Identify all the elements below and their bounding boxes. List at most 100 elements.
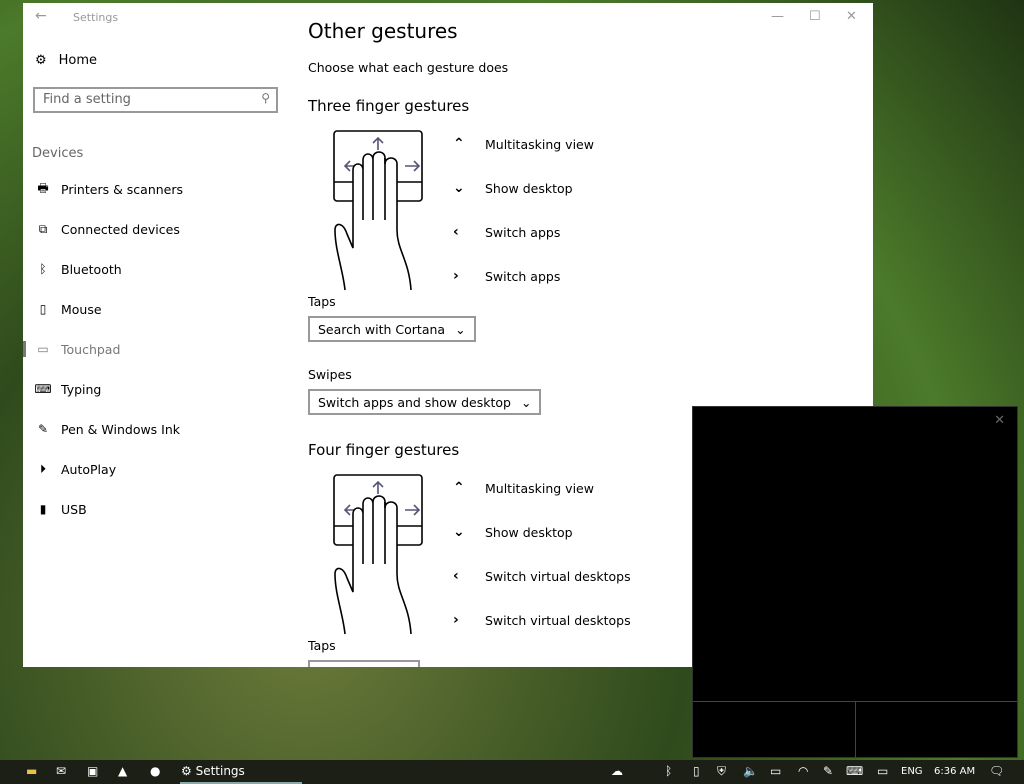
three-finger-heading: Three finger gestures (308, 97, 470, 115)
close-button[interactable]: ✕ (846, 9, 857, 24)
device-icon: ✎ (37, 422, 49, 436)
pen-icon[interactable]: ✎ (823, 764, 833, 778)
sidebar-item-typing[interactable]: ⌨ Typing (23, 369, 293, 409)
sidebar-item-autoplay[interactable]: ⏵ AutoPlay (23, 449, 293, 489)
sidebar-item-label: Pen & Windows Ink (61, 421, 181, 437)
chevron-down-icon: ⌄ (453, 180, 465, 196)
gesture-label: Show desktop (485, 524, 573, 540)
three-taps-label: Taps (308, 294, 336, 309)
sidebar-item-label: Bluetooth (61, 261, 122, 277)
sidebar-item-label: AutoPlay (61, 461, 117, 477)
three-swipes-label: Swipes (308, 367, 352, 382)
sidebar-item-touchpad[interactable]: ▭ Touchpad (23, 329, 293, 369)
gesture-label: Switch virtual desktops (485, 612, 631, 628)
device-icon: ▭ (37, 342, 49, 356)
chevron-right-icon: › (453, 268, 459, 284)
close-icon[interactable]: ✕ (994, 413, 1005, 428)
search-placeholder: Find a setting (43, 92, 131, 107)
store-icon[interactable]: ▣ (87, 764, 98, 778)
shield-icon[interactable]: ⛨ (717, 764, 726, 779)
gear-icon: ⚙ (35, 53, 47, 68)
wifi-icon[interactable]: ◠ (798, 764, 808, 778)
chevron-up-icon: ⌃ (453, 136, 465, 152)
file-explorer-icon[interactable]: ▬ (26, 764, 37, 778)
search-icon: ⚲ (261, 91, 270, 105)
gesture-label: Switch apps (485, 224, 561, 240)
gesture-row: ⌃ Multitasking view (453, 136, 594, 152)
home-label: Home (58, 53, 98, 68)
gesture-illustration (333, 474, 425, 640)
touchpad-icon[interactable]: ▭ (877, 764, 888, 778)
onedrive-icon[interactable]: ☁ (611, 764, 623, 778)
sidebar-item-label: Connected devices (61, 221, 180, 237)
sidebar-item-label: Touchpad (61, 341, 121, 357)
minimize-button[interactable]: — (771, 9, 784, 24)
four-finger-heading: Four finger gestures (308, 441, 460, 459)
device-icon: ᛒ (39, 262, 47, 276)
three-swipes-dropdown[interactable]: Switch apps and show desktop ⌄ (308, 389, 542, 415)
chevron-down-icon: ⌄ (453, 524, 465, 540)
photos-icon[interactable]: ▲ (118, 764, 127, 778)
sidebar-item-connected-devices[interactable]: ⧉ Connected devices (23, 209, 293, 249)
sidebar-item-label: Printers & scanners (61, 181, 184, 197)
sidebar-item-label: Typing (61, 381, 102, 397)
chevron-left-icon: ‹ (453, 568, 459, 584)
home-link[interactable]: ⚙ Home (35, 53, 97, 68)
device-icon: ⌨ (34, 382, 52, 396)
gesture-row: ⌃ Multitasking view (453, 480, 594, 496)
sidebar-item-printers-scanners[interactable]: 🖶 Printers & scanners (23, 169, 293, 209)
bluetooth-icon[interactable]: ᛒ (665, 764, 672, 778)
gesture-label: Switch apps (485, 268, 561, 284)
language[interactable]: ENG (901, 766, 923, 777)
battery-icon[interactable]: ▭ (770, 764, 781, 778)
sidebar-item-label: USB (61, 501, 87, 517)
keyboard-icon[interactable]: ⌨ (846, 764, 863, 778)
gesture-row: ⌄ Show desktop (453, 524, 573, 540)
divider (855, 701, 856, 759)
settings-taskbar-label: Settings (195, 764, 245, 778)
window-title: Settings (73, 11, 119, 24)
volume-icon[interactable]: 🔈 (743, 764, 758, 778)
category-label: Devices (32, 146, 84, 161)
four-taps-label: Taps (308, 638, 336, 653)
usb-icon[interactable]: ▯ (693, 764, 700, 778)
gesture-label: Switch virtual desktops (485, 568, 631, 584)
device-icon: ⏵ (39, 461, 46, 476)
gesture-row: ‹ Switch virtual desktops (453, 568, 631, 584)
device-icon: 🖶 (37, 180, 49, 195)
sidebar-item-pen-windows-ink[interactable]: ✎ Pen & Windows Ink (23, 409, 293, 449)
four-taps-dropdown[interactable] (308, 660, 420, 667)
touch-keyboard-panel: ✕ (692, 406, 1018, 759)
action-center-icon[interactable]: 🗨 (989, 764, 1004, 778)
chevron-right-icon: › (453, 612, 459, 628)
page-title: Other gestures (308, 19, 458, 43)
gesture-row: ⌄ Show desktop (453, 180, 573, 196)
sidebar-item-mouse[interactable]: ▯ Mouse (23, 289, 293, 329)
gesture-illustration (333, 130, 425, 296)
chevron-down-icon: ⌄ (455, 321, 466, 337)
gesture-label: Multitasking view (485, 136, 594, 152)
app-icon[interactable]: ● (150, 764, 160, 778)
search-input[interactable]: Find a setting ⚲ (33, 87, 278, 113)
sidebar-item-usb[interactable]: ▮ USB (23, 489, 293, 529)
mail-icon[interactable]: ✉ (56, 764, 66, 778)
settings-taskbar-button[interactable]: ⚙ Settings (181, 764, 245, 778)
back-button[interactable]: ← (35, 8, 47, 24)
sidebar-item-bluetooth[interactable]: ᛒ Bluetooth (23, 249, 293, 289)
maximize-button[interactable]: ☐ (809, 9, 821, 24)
gesture-label: Multitasking view (485, 480, 594, 496)
gesture-row: › Switch virtual desktops (453, 612, 631, 628)
device-icon: ▯ (39, 302, 47, 316)
clock[interactable]: 6:36 AM (934, 766, 975, 777)
three-swipes-value: Switch apps and show desktop (318, 394, 511, 410)
gesture-row: › Switch apps (453, 268, 560, 284)
device-icon: ⧉ (38, 221, 48, 236)
chevron-left-icon: ‹ (453, 224, 459, 240)
three-taps-dropdown[interactable]: Search with Cortana ⌄ (308, 316, 476, 342)
chevron-down-icon: ⌄ (520, 394, 532, 410)
three-taps-value: Search with Cortana (318, 321, 446, 337)
gesture-label: Show desktop (485, 180, 573, 196)
subtitle: Choose what each gesture does (308, 60, 509, 75)
taskbar: ▬ ✉ ▣ ▲ ● ⚙ Settings ☁ ᛒ ▯ ⛨ 🔈 ▭ ◠ ✎ ⌨ ▭… (0, 760, 1024, 784)
device-icon: ▮ (39, 502, 47, 516)
